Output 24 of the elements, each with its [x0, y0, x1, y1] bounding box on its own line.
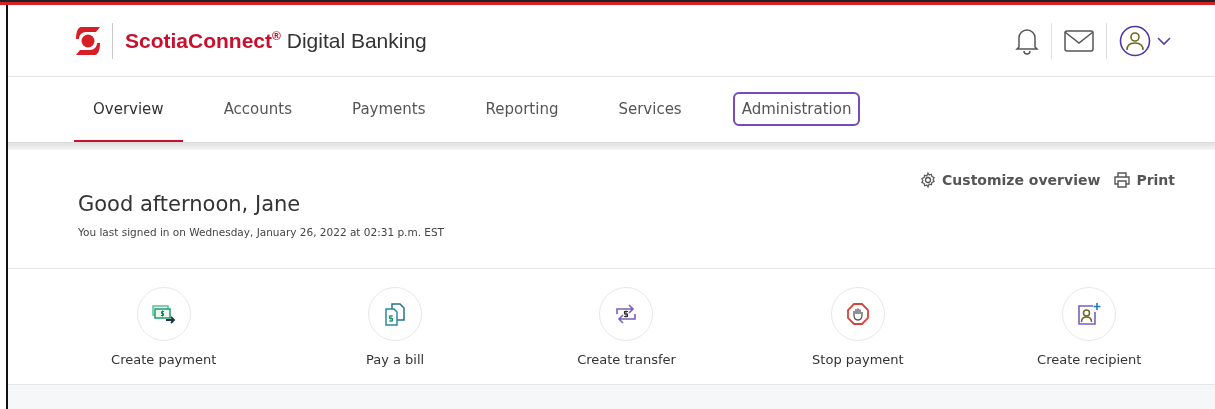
greeting-title: Good afternoon, Jane [78, 192, 302, 216]
nav-tab[interactable]: Accounts [204, 77, 311, 142]
scotiabank-logo-icon [76, 26, 100, 55]
add-person-icon [1077, 301, 1102, 326]
stop-hand-icon [846, 302, 869, 325]
nav-tab[interactable]: Administration [722, 77, 871, 142]
chevron-down-icon [1157, 35, 1171, 46]
quick-action-button[interactable]: Create payment [48, 269, 280, 384]
product-title: ScotiaConnect$^{®}$ Digital Banking [125, 28, 427, 53]
quick-action-button[interactable]: Create recipient [973, 269, 1205, 384]
printer-icon [1114, 172, 1131, 188]
quick-action-button[interactable]: Create transfer [510, 269, 743, 384]
quick-action-button[interactable]: Stop payment [742, 269, 974, 384]
nav-tab[interactable]: Reporting [466, 77, 578, 142]
nav-tab[interactable]: Services [599, 77, 701, 142]
quick-action-button[interactable]: Pay a bill [279, 269, 511, 384]
nav-tab[interactable]: Payments [333, 77, 445, 142]
customize-button[interactable]: Customize overview [920, 172, 1101, 188]
settings-icon [920, 172, 937, 188]
exchange-icon [614, 302, 639, 325]
print-button[interactable]: Print [1114, 172, 1175, 188]
cash-arrow-icon [151, 303, 176, 324]
last-signin-text: You last signed in on Wednesday, January 26, 2022 at 02:31 p.m. EST [78, 226, 446, 238]
documents-icon [384, 301, 407, 326]
